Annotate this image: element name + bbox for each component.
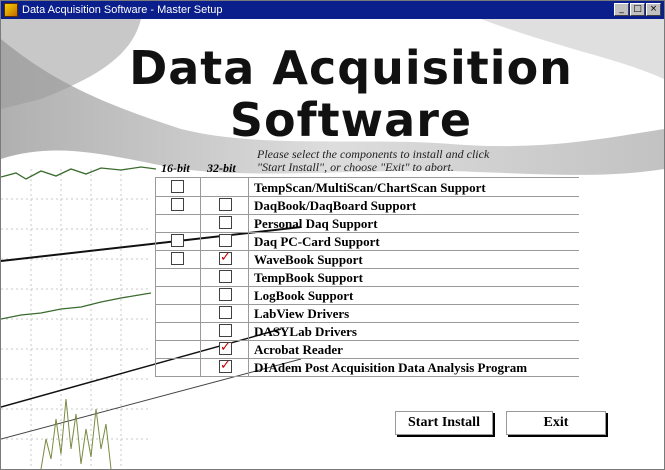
checkbox-32bit[interactable]: ✓ [219,250,232,265]
setup-window: Data Acquisition Software - Master Setup… [0,0,665,470]
start-install-button[interactable]: Start Install [395,411,493,435]
checkbox-32bit[interactable] [219,270,232,283]
component-row: DaqBook/DaqBoard Support [155,196,579,215]
instructions-line-2: "Start Install", or choose "Exit" to abo… [257,160,454,174]
title-bar[interactable]: Data Acquisition Software - Master Setup… [1,1,664,19]
component-row: ✓ DIAdem Post Acquisition Data Analysis P… [155,358,579,377]
column-header-32bit: 32-bit [207,161,236,175]
column-header-16bit: 16-bit [161,161,190,175]
component-label: Acrobat Reader [254,342,343,357]
checkbox-16bit[interactable] [171,198,184,211]
component-row: Personal Daq Support [155,214,579,233]
checkbox-32bit[interactable]: ✓ [219,340,232,355]
cell-32bit [201,196,249,214]
cell-32bit: ✓ [201,250,249,268]
component-row: LogBook Support [155,286,579,305]
component-label: DaqBook/DaqBoard Support [254,198,417,213]
cell-32bit [201,304,249,322]
close-button[interactable]: × [646,3,661,16]
checkmark-icon: ✓ [220,358,231,373]
cell-16bit [155,358,201,376]
checkbox-32bit[interactable] [219,216,232,229]
component-row: DASYLab Drivers [155,322,579,341]
checkbox-32bit[interactable] [219,306,232,319]
checkbox-16bit[interactable] [171,180,184,193]
cell-32bit [201,286,249,304]
component-label: TempScan/MultiScan/ChartScan Support [254,180,486,195]
component-row: Daq PC-Card Support [155,232,579,251]
exit-button[interactable]: Exit [506,411,606,435]
cell-32bit: ✓ [201,358,249,376]
heading-line-2: Software [229,93,473,147]
cell-16bit [155,232,201,250]
cell-32bit [201,214,249,232]
checkbox-16bit[interactable] [171,234,184,247]
component-label: Daq PC-Card Support [254,234,380,249]
maximize-button[interactable]: □ [630,3,645,16]
cell-32bit [201,232,249,250]
cell-16bit [155,214,201,232]
checkbox-16bit[interactable] [171,252,184,265]
component-label: TempBook Support [254,270,363,285]
checkbox-32bit[interactable] [219,324,232,337]
cell-32bit: ✓ [201,340,249,358]
cell-32bit [201,322,249,340]
checkbox-32bit[interactable] [219,234,232,247]
component-row: TempBook Support [155,268,579,287]
minimize-button[interactable]: _ [614,3,629,16]
component-table: TempScan/MultiScan/ChartScan Support DaqB… [155,177,579,377]
component-label: LogBook Support [254,288,354,303]
checkmark-icon: ✓ [220,340,231,355]
cell-16bit [155,196,201,214]
instructions: Please select the components to install … [257,148,587,174]
component-label: DIAdem Post Acquisition Data Analysis Pr… [254,360,528,375]
cell-16bit [155,178,201,196]
cell-32bit [201,178,249,196]
cell-16bit [155,286,201,304]
window-title: Data Acquisition Software - Master Setup [22,4,223,16]
cell-16bit [155,322,201,340]
component-row: ✓ WaveBook Support [155,250,579,269]
component-label: DASYLab Drivers [254,324,357,339]
component-label: Personal Daq Support [254,216,378,231]
component-row: LabView Drivers [155,304,579,323]
cell-32bit [201,268,249,286]
component-label: WaveBook Support [254,252,363,267]
cell-16bit [155,250,201,268]
cell-16bit [155,340,201,358]
component-row: TempScan/MultiScan/ChartScan Support [155,178,579,197]
checkbox-32bit[interactable]: ✓ [219,358,232,373]
component-label: LabView Drivers [254,306,350,321]
cell-16bit [155,268,201,286]
heading-line-1: Data Acquisition [129,41,573,95]
cell-16bit [155,304,201,322]
checkbox-32bit[interactable] [219,198,232,211]
app-icon [4,3,18,17]
checkmark-icon: ✓ [220,250,231,265]
window-controls: _ □ × [614,3,661,16]
component-row: ✓ Acrobat Reader [155,340,579,359]
checkbox-32bit[interactable] [219,288,232,301]
